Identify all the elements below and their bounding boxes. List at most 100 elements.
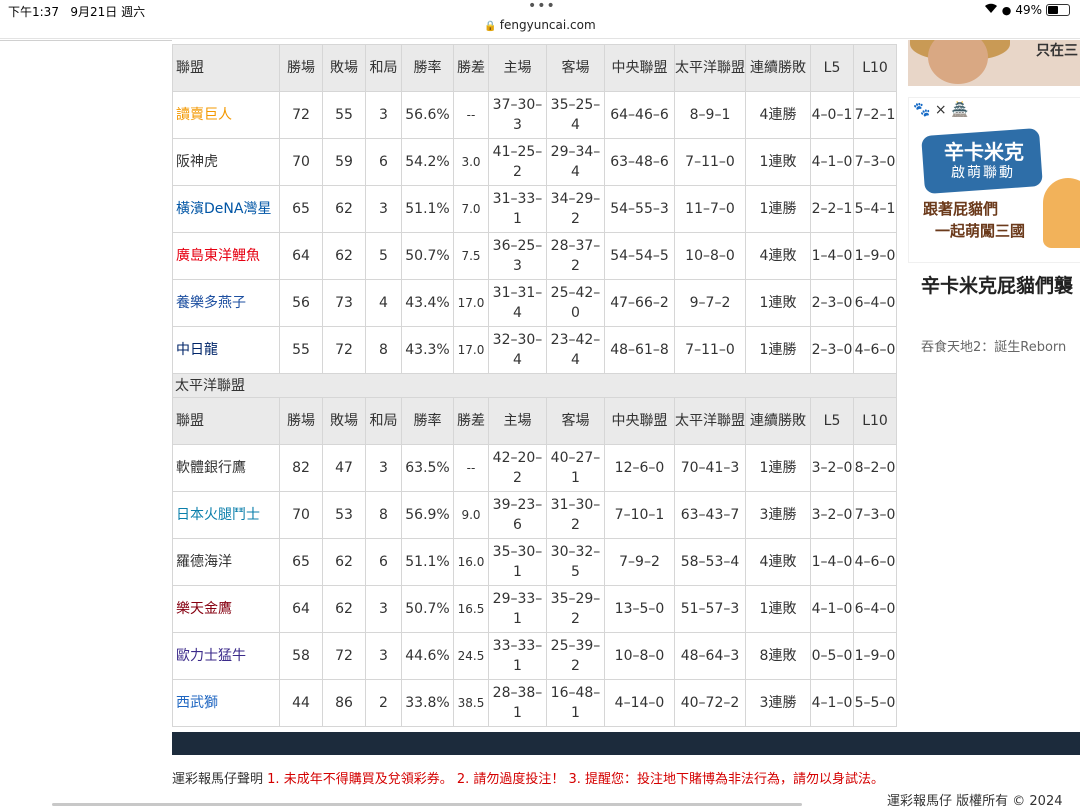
cell-w: 44 [279,679,323,727]
section-title: 太平洋聯盟 [172,373,897,398]
cell-vs-central: 54–54–5 [604,232,675,280]
cell-home: 35–30–1 [488,538,547,586]
cell-away: 35–29–2 [546,585,605,633]
more-dots-icon[interactable]: ••• [528,0,556,14]
cell-pct: 33.8% [401,679,454,727]
cell-l10: 7–3–0 [853,491,897,539]
browser-divider [0,38,1080,39]
column-header: 勝差 [453,397,489,445]
cell-streak: 1連敗 [745,138,811,186]
cell-home: 31–31–4 [488,279,547,327]
cell-l: 86 [322,679,366,727]
cell-l: 62 [322,585,366,633]
table-row: 日本火腿鬥士 70 53 8 56.9% 9.0 39–23–6 31–30–2 7–10–1 6… [172,491,897,539]
cell-l5: 4–1–0 [810,138,854,186]
team-name[interactable]: 阪神虎 [172,138,280,186]
cell-vs-central: 10–8–0 [604,632,675,680]
team-name[interactable]: 西武獅 [172,679,280,727]
cell-l: 47 [322,444,366,492]
url-bar[interactable]: 🔒 fengyuncai.com [0,18,1080,40]
top-ad-banner[interactable]: 只在三 [908,40,1080,86]
cell-l5: 2–3–0 [810,326,854,374]
cell-streak: 1連敗 [745,585,811,633]
cell-t: 3 [365,632,402,680]
cell-vs-central: 7–10–1 [604,491,675,539]
column-header: 中央聯盟 [604,44,675,92]
cell-t: 3 [365,444,402,492]
ad-banner-line1: 跟著屁貓們 [923,200,999,218]
column-header: 和局 [365,397,402,445]
cell-l10: 4–6–0 [853,538,897,586]
cell-pct: 56.9% [401,491,454,539]
ad-banner-subtitle: 啟萌聯動 [951,165,1015,181]
column-header: 聯盟 [172,44,280,92]
cell-gb: 7.0 [453,185,489,233]
column-header: L5 [810,44,854,92]
scrollbar[interactable] [52,803,802,806]
cell-pct: 44.6% [401,632,454,680]
column-header: 主場 [488,397,547,445]
cell-vs-pacific: 58–53–4 [674,538,746,586]
cell-pct: 51.1% [401,185,454,233]
cell-l10: 5–5–0 [853,679,897,727]
left-divider [0,40,172,41]
column-header: 勝率 [401,397,454,445]
cell-vs-central: 54–55–3 [604,185,675,233]
cell-pct: 56.6% [401,91,454,139]
team-name[interactable]: 中日龍 [172,326,280,374]
cell-vs-central: 13–5–0 [604,585,675,633]
team-name[interactable]: 橫濱DeNA灣星 [172,185,280,233]
team-name[interactable]: 廣島東洋鯉魚 [172,232,280,280]
table-header-row: 聯盟 勝場 敗場 和局 勝率 勝差 主場 客場 中央聯盟 太平洋聯盟 連續勝敗 L5 L10 [172,397,897,445]
cell-gb: -- [453,91,489,139]
game-ad-banner[interactable]: 🐾 × 🏯 辛卡米克 啟萌聯動 跟著屁貓們 一起萌闖三國 [908,97,1080,263]
cell-w: 65 [279,538,323,586]
cell-w: 56 [279,279,323,327]
copyright: 運彩報馬仔 版權所有 © 2024 [887,794,1063,809]
cell-l: 59 [322,138,366,186]
cell-vs-pacific: 48–64–3 [674,632,746,680]
disclaimer-warning: 1. 未成年不得購買及兌領彩券。 2. 請勿過度投注！ 3. 提醒您：投注地下賭… [267,772,885,787]
cell-l5: 4–1–0 [810,679,854,727]
column-header: 主場 [488,44,547,92]
team-name[interactable]: 養樂多燕子 [172,279,280,327]
table-header-row: 聯盟 勝場 敗場 和局 勝率 勝差 主場 客場 中央聯盟 太平洋聯盟 連續勝敗 L5 L10 [172,44,897,92]
team-name[interactable]: 軟體銀行鷹 [172,444,280,492]
cell-l: 62 [322,232,366,280]
cell-t: 5 [365,232,402,280]
cell-gb: 38.5 [453,679,489,727]
cell-streak: 4連敗 [745,232,811,280]
cell-gb: -- [453,444,489,492]
team-name[interactable]: 樂天金鷹 [172,585,280,633]
cell-vs-pacific: 8–9–1 [674,91,746,139]
cell-gb: 9.0 [453,491,489,539]
cell-home: 42–20–2 [488,444,547,492]
pacific-section-row: 太平洋聯盟 [172,373,897,398]
column-header: 客場 [546,397,605,445]
team-name[interactable]: 羅德海洋 [172,538,280,586]
team-name[interactable]: 日本火腿鬥士 [172,491,280,539]
cell-pct: 54.2% [401,138,454,186]
column-header: L10 [853,44,897,92]
column-header: 勝差 [453,44,489,92]
cell-gb: 24.5 [453,632,489,680]
cell-vs-pacific: 63–43–7 [674,491,746,539]
table-row: 軟體銀行鷹 82 47 3 63.5% -- 42–20–2 40–27–1 12–6–0 70–… [172,444,897,492]
table-row: 羅德海洋 65 62 6 51.1% 16.0 35–30–1 30–32–5 7–9–2 58–… [172,538,897,586]
cell-away: 35–25–4 [546,91,605,139]
cell-streak: 4連勝 [745,91,811,139]
cell-streak: 8連敗 [745,632,811,680]
table-row: 廣島東洋鯉魚 64 62 5 50.7% 7.5 36–25–3 28–37–2 54–54–5… [172,232,897,280]
cell-l: 72 [322,632,366,680]
cell-home: 33–33–1 [488,632,547,680]
ad-title-link[interactable]: 辛卡米克屁貓們襲 [921,272,1080,300]
cell-l5: 0–5–0 [810,632,854,680]
cell-away: 25–39–2 [546,632,605,680]
column-header: L10 [853,397,897,445]
team-name[interactable]: 讀賣巨人 [172,91,280,139]
column-header: 連續勝敗 [745,44,811,92]
cell-streak: 4連敗 [745,538,811,586]
cell-home: 32–30–4 [488,326,547,374]
team-name[interactable]: 歐力士猛牛 [172,632,280,680]
cell-away: 34–29–2 [546,185,605,233]
